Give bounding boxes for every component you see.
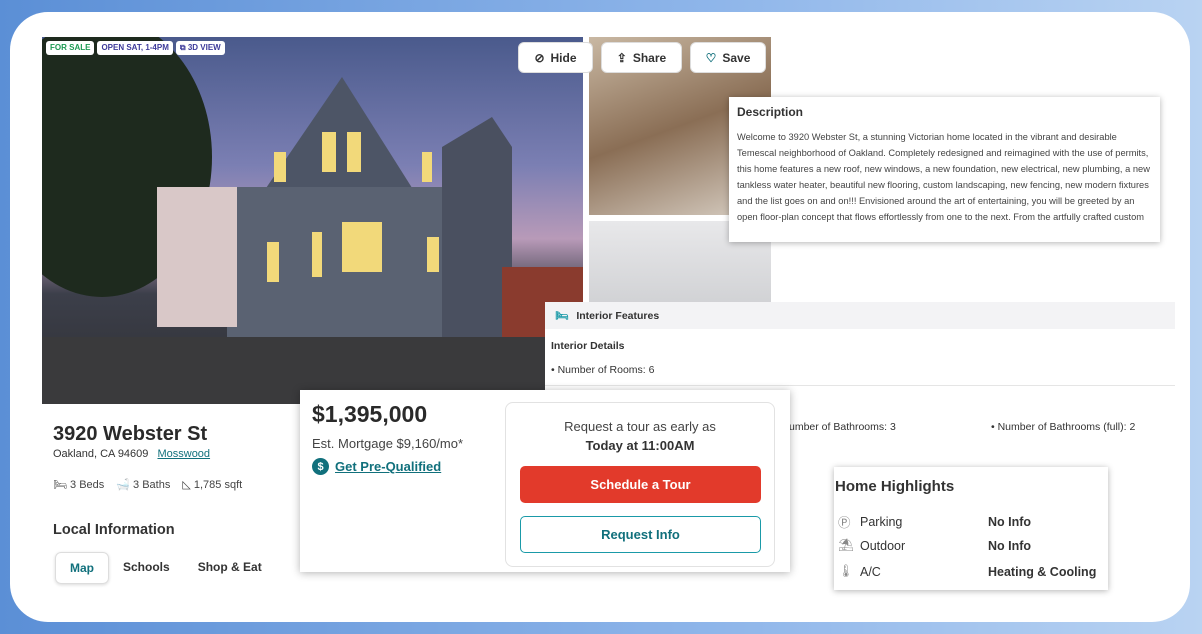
- for-sale-badge: FOR SALE: [46, 41, 95, 55]
- house-photo-illustration: [42, 37, 583, 404]
- highlight-label: A/C: [860, 564, 881, 579]
- request-info-button[interactable]: Request Info: [520, 516, 761, 553]
- tour-line1: Request a tour as early as: [564, 419, 716, 434]
- tab-map[interactable]: Map: [55, 552, 109, 584]
- divider: [545, 385, 1175, 386]
- bathrooms-full-count: • Number of Bathrooms (full): 2: [991, 421, 1136, 433]
- 3d-view-badge[interactable]: ⧉ 3D VIEW: [175, 41, 225, 55]
- description-panel: Description Welcome to 3920 Webster St, …: [729, 97, 1160, 242]
- est-mortgage: Est. Mortgage $9,160/mo*: [312, 436, 464, 451]
- interior-features-header[interactable]: 🛏 Interior Features: [545, 302, 1175, 329]
- description-title: Description: [737, 105, 804, 119]
- rooms-count: • Number of Rooms: 6: [551, 364, 655, 376]
- tab-shop-eat[interactable]: Shop & Eat: [184, 552, 276, 584]
- 3d-view-label: 3D VIEW: [187, 43, 221, 52]
- highlight-row-ac: 🌡 A/C Heating & Cooling: [834, 564, 1108, 579]
- highlight-row-parking: Ⓟ Parking No Info: [834, 512, 1108, 531]
- main-photo[interactable]: [42, 37, 583, 404]
- dollar-icon: $: [312, 458, 329, 475]
- property-stats: 🛏 3 Beds 🛁 3 Baths ◺ 1,785 sqft: [53, 478, 242, 491]
- highlight-label: Parking: [860, 514, 903, 529]
- home-highlights-panel: Home Highlights Ⓟ Parking No Info ⛱ Outdoor…: [834, 467, 1108, 590]
- highlight-label: Outdoor: [860, 538, 906, 553]
- get-prequalified-link[interactable]: $ Get Pre-Qualified: [312, 458, 441, 475]
- interior-features-title: Interior Features: [576, 309, 660, 322]
- tour-earliest-time: Today at 11:00AM: [585, 438, 695, 453]
- thermometer-icon: 🌡: [838, 564, 854, 578]
- bathtub-icon: 🛁: [116, 479, 134, 491]
- cube-icon: ⧉: [179, 43, 188, 52]
- beds-stat: 🛏 3 Beds: [53, 479, 105, 491]
- outdoor-icon: ⛱: [838, 538, 854, 552]
- neighborhood-link[interactable]: Mosswood: [157, 448, 210, 460]
- highlight-value: No Info: [988, 514, 1032, 529]
- save-button[interactable]: ♡ Save: [690, 42, 766, 73]
- tab-schools[interactable]: Schools: [109, 552, 184, 584]
- highlight-row-outdoor: ⛱ Outdoor No Info: [834, 538, 1108, 553]
- share-button[interactable]: ⇪ Share: [601, 42, 682, 73]
- open-house-badge: OPEN SAT, 1-4PM: [97, 41, 173, 55]
- bed-icon: 🛏: [555, 310, 569, 322]
- badge-group: FOR SALE OPEN SAT, 1-4PM ⧉ 3D VIEW: [46, 41, 225, 55]
- ruler-icon: ◺: [182, 479, 194, 491]
- baths-stat: 🛁 3 Baths: [116, 479, 171, 491]
- tour-request-box: Request a tour as early as Today at 11:0…: [505, 402, 775, 567]
- heart-icon: ♡: [705, 50, 717, 65]
- sqft-stat: ◺ 1,785 sqft: [182, 479, 243, 491]
- description-text: Welcome to 3920 Webster St, a stunning V…: [737, 132, 1150, 222]
- price-panel: $1,395,000 Est. Mortgage $9,160/mo* $ Ge…: [300, 390, 790, 572]
- parking-icon: Ⓟ: [838, 516, 851, 530]
- bed-icon: 🛏: [53, 479, 71, 491]
- city-text: Oakland, CA 94609: [53, 448, 149, 460]
- address-city: Oakland, CA 94609 Mosswood: [53, 448, 210, 460]
- local-info-tabs: Map Schools Shop & Eat: [55, 552, 276, 584]
- save-label: Save: [722, 50, 751, 65]
- share-icon: ⇪: [616, 50, 627, 65]
- block-icon: ⊘: [534, 50, 545, 65]
- prequal-label: Get Pre-Qualified: [335, 459, 442, 474]
- share-label: Share: [632, 50, 667, 65]
- schedule-tour-button[interactable]: Schedule a Tour: [520, 466, 761, 503]
- interior-details-title: Interior Details: [551, 340, 625, 352]
- hide-button[interactable]: ⊘ Hide: [518, 42, 593, 73]
- price: $1,395,000: [312, 401, 428, 427]
- bathrooms-count: umber of Bathrooms: 3: [789, 421, 896, 433]
- highlight-value: No Info: [988, 538, 1032, 553]
- home-highlights-title: Home Highlights: [835, 478, 955, 495]
- highlight-value: Heating & Cooling: [988, 564, 1097, 579]
- hide-label: Hide: [550, 50, 577, 65]
- address-title: 3920 Webster St: [53, 423, 208, 445]
- local-info-title: Local Information: [53, 522, 175, 538]
